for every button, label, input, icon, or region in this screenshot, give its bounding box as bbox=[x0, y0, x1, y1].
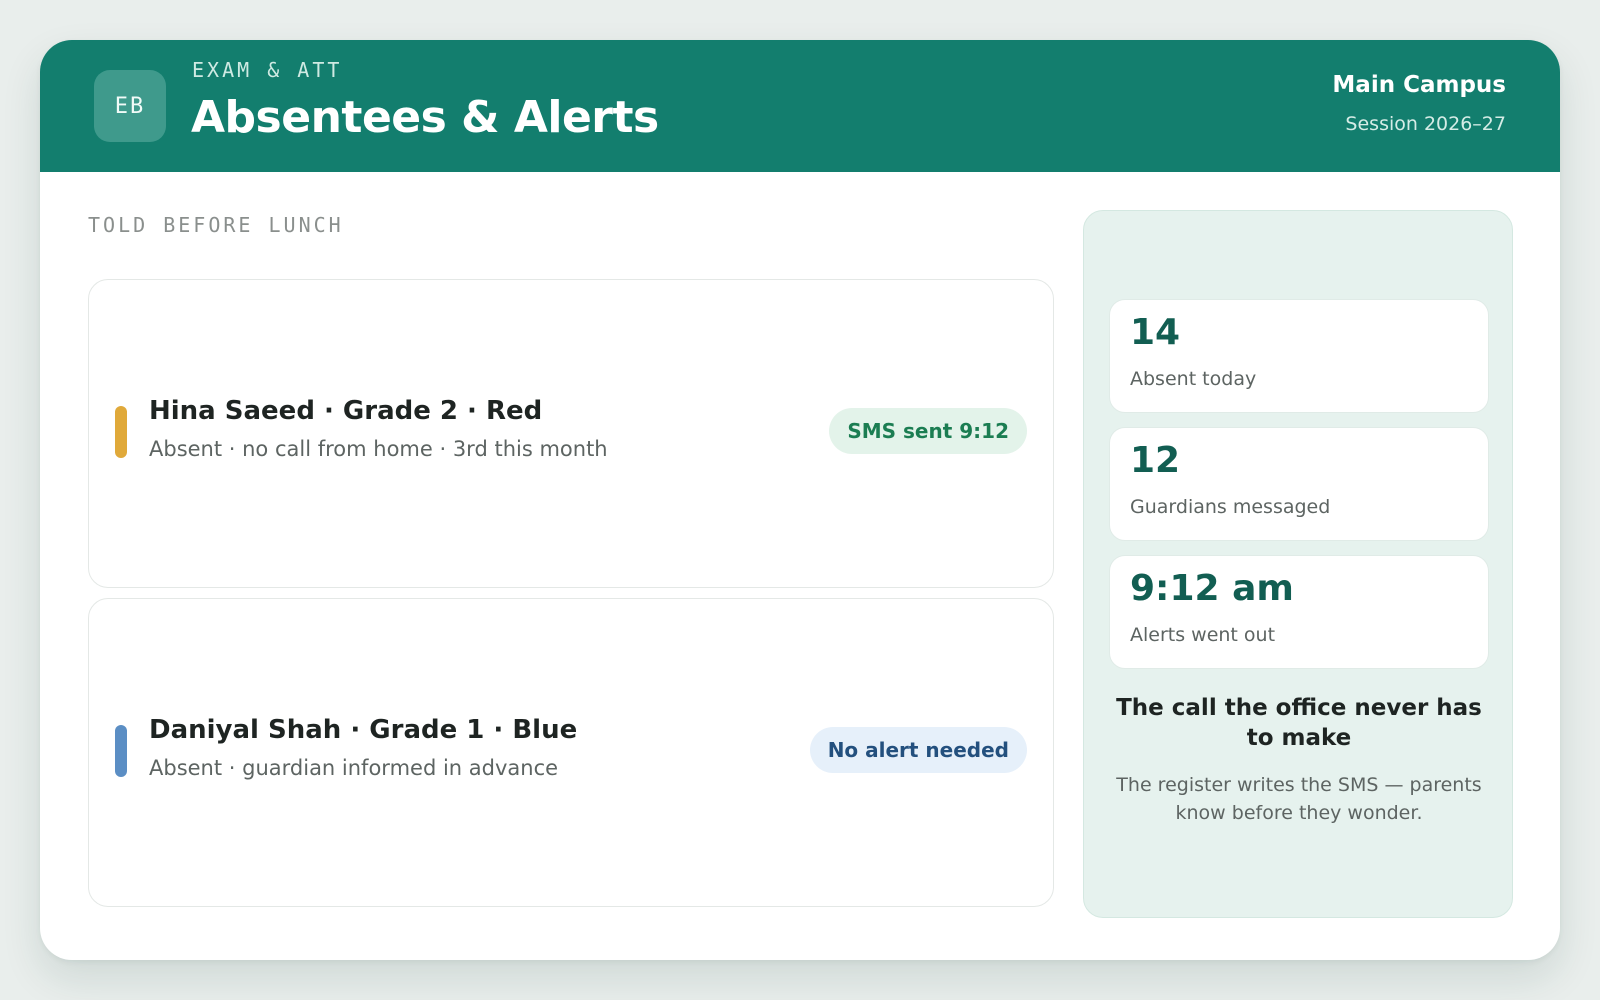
student-name: Hina Saeed · Grade 2 · Red bbox=[149, 396, 543, 426]
student-name: Daniyal Shah · Grade 1 · Blue bbox=[149, 715, 578, 745]
page-header: EB EXAM & ATT Absentees & Alerts Main Ca… bbox=[40, 40, 1560, 172]
house-color-bar bbox=[115, 725, 127, 777]
session-label: Session 2026–27 bbox=[1345, 113, 1506, 135]
main-card: EB EXAM & ATT Absentees & Alerts Main Ca… bbox=[40, 40, 1560, 960]
stat-label: Guardians messaged bbox=[1130, 496, 1331, 518]
stat-value: 14 bbox=[1130, 312, 1181, 353]
absentee-card[interactable]: Hina Saeed · Grade 2 · Red Absent · no c… bbox=[88, 279, 1054, 588]
app-eyebrow: EXAM & ATT bbox=[192, 58, 343, 82]
summary-text: The register writes the SMS — parents kn… bbox=[1116, 774, 1482, 824]
house-color-bar bbox=[115, 406, 127, 458]
stat-value: 12 bbox=[1130, 440, 1181, 481]
app-logo[interactable]: EB bbox=[94, 70, 166, 142]
summary-title: The call the office never has to make bbox=[1116, 695, 1482, 751]
status-badge: No alert needed bbox=[809, 727, 1027, 773]
status-badge: SMS sent 9:12 bbox=[829, 408, 1027, 454]
stat-value: 9:12 am bbox=[1130, 568, 1294, 609]
stat-label: Absent today bbox=[1130, 368, 1257, 390]
stat-alerts-time: 9:12 am Alerts went out bbox=[1109, 555, 1489, 669]
stat-absent-today: 14 Absent today bbox=[1109, 299, 1489, 413]
absence-detail: Absent · no call from home · 3rd this mo… bbox=[149, 437, 608, 461]
section-label: TOLD BEFORE LUNCH bbox=[88, 213, 344, 237]
absentee-card[interactable]: Daniyal Shah · Grade 1 · Blue Absent · g… bbox=[88, 598, 1054, 907]
absence-detail: Absent · guardian informed in advance bbox=[149, 756, 559, 780]
stat-label: Alerts went out bbox=[1130, 624, 1276, 646]
stat-guardians-messaged: 12 Guardians messaged bbox=[1109, 427, 1489, 541]
page-title: Absentees & Alerts bbox=[191, 92, 659, 143]
campus-name[interactable]: Main Campus bbox=[1332, 72, 1506, 98]
summary-panel: 14 Absent today 12 Guardians messaged 9:… bbox=[1083, 210, 1513, 918]
